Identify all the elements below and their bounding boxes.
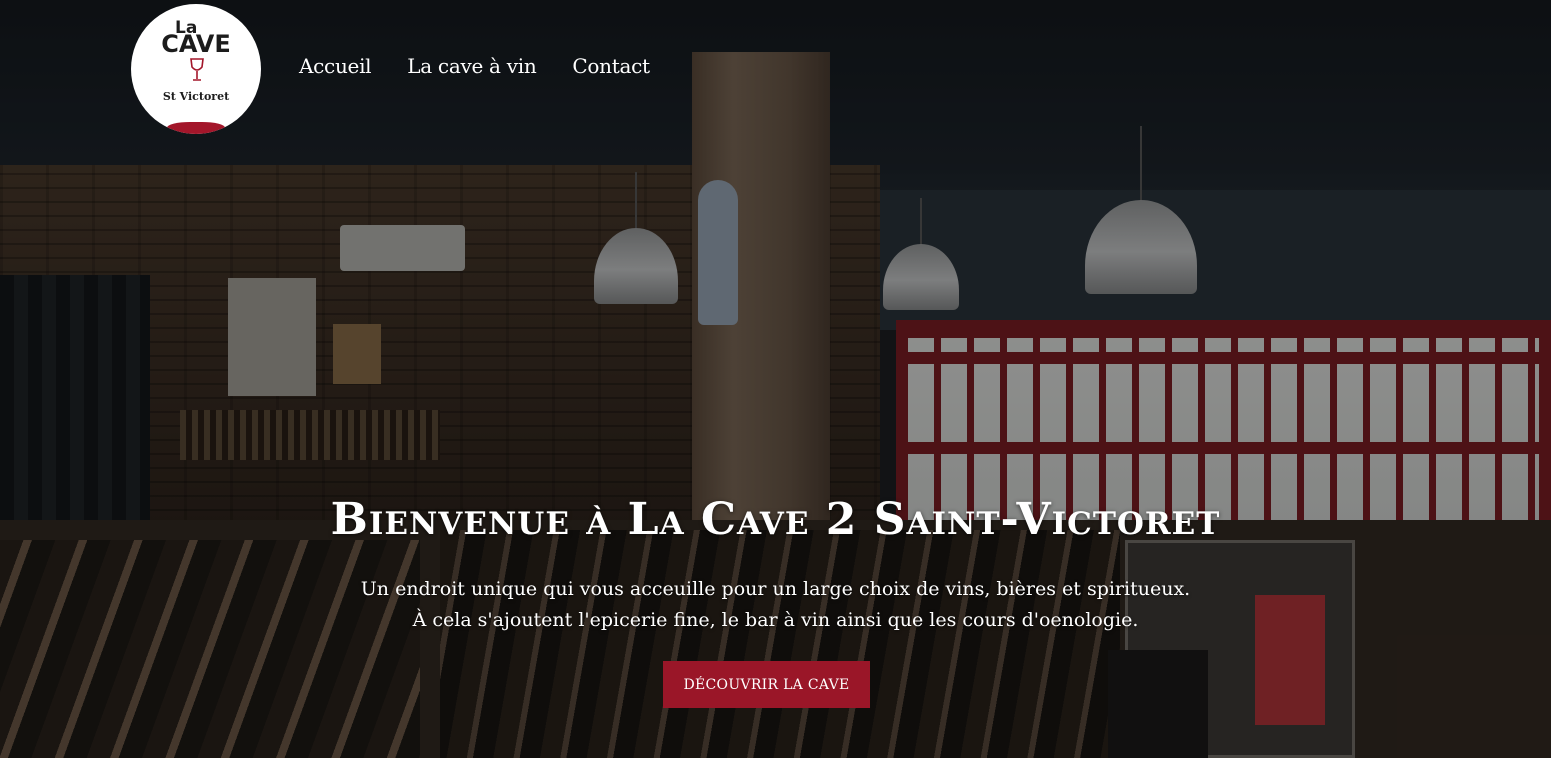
nav-item-la-cave-a-vin[interactable]: La cave à vin [407, 54, 536, 78]
hero-title: Bienvenue à La Cave 2 Saint-Victoret [330, 494, 1221, 545]
logo-text-cave: CAVE [161, 30, 231, 58]
hero-description-line-1: Un endroit unique qui vous acceuille pou… [360, 578, 1191, 600]
logo-wine-splash [167, 122, 225, 134]
hero-description: Un endroit unique qui vous acceuille pou… [0, 574, 1551, 636]
logo-text-location: St Victoret [162, 90, 230, 103]
discover-cave-button[interactable]: DÉCOUVRIR LA CAVE [663, 661, 870, 708]
main-nav: Accueil La cave à vin Contact [299, 54, 650, 78]
hero-description-line-2: À cela s'ajoutent l'epicerie fine, le ba… [412, 609, 1139, 631]
nav-item-accueil[interactable]: Accueil [299, 54, 372, 78]
wine-glass-icon [190, 58, 204, 81]
site-logo[interactable]: La CAVE St Victoret [131, 4, 261, 134]
nav-item-contact[interactable]: Contact [572, 54, 650, 78]
